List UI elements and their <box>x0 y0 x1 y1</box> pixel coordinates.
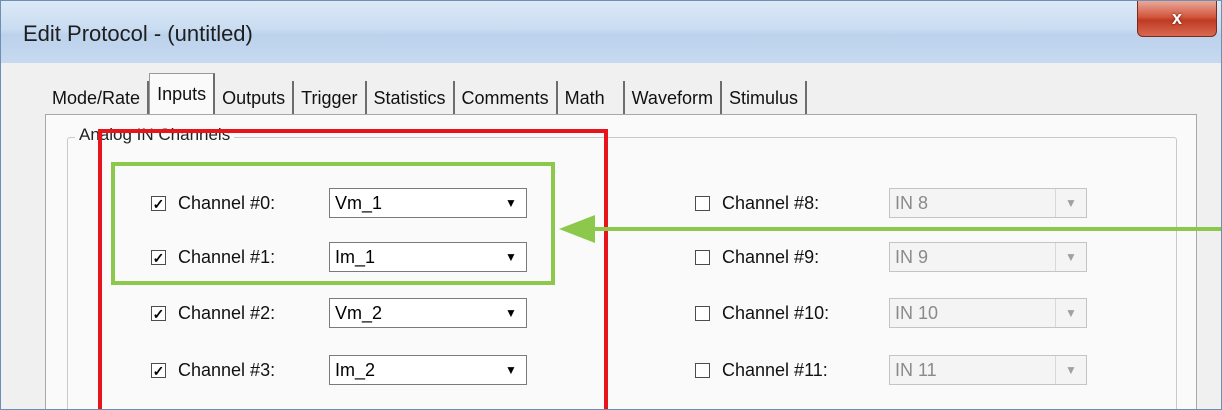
tab-mode-rate[interactable]: Mode/Rate <box>45 81 150 115</box>
channel-11-value: IN 11 <box>895 360 937 380</box>
dropdown-arrow-icon[interactable]: ▼ <box>1055 299 1086 327</box>
channel-11-label: Channel #11: <box>722 360 828 380</box>
channel-10-value: IN 10 <box>895 303 939 323</box>
annotation-green-highlight <box>111 162 555 285</box>
tab-outputs[interactable]: Outputs <box>215 81 295 115</box>
channel-11-checkbox[interactable] <box>695 363 710 378</box>
tab-waveform[interactable]: Waveform <box>625 81 722 115</box>
annotation-arrow-icon <box>559 215 1221 243</box>
tab-strip: Mode/Rate Inputs Outputs Trigger Statist… <box>45 73 807 115</box>
tab-comments[interactable]: Comments <box>455 81 558 115</box>
channel-9-checkbox[interactable] <box>695 250 710 265</box>
channel-row-9: Channel #9: <box>695 247 819 268</box>
channel-row-11: Channel #11: <box>695 360 828 381</box>
close-button[interactable]: x <box>1137 1 1217 37</box>
channel-10-label: Channel #10: <box>722 303 830 323</box>
edit-protocol-window: Edit Protocol - (untitled) x Mode/Rate I… <box>0 0 1222 410</box>
channel-9-label: Channel #9: <box>722 247 820 267</box>
tab-statistics[interactable]: Statistics <box>367 81 455 115</box>
channel-10-checkbox[interactable] <box>695 306 710 321</box>
tab-inputs[interactable]: Inputs <box>149 73 216 115</box>
annotation-arrowhead <box>559 215 595 243</box>
channel-row-10: Channel #10: <box>695 303 829 324</box>
tab-math[interactable]: Math <box>558 81 625 115</box>
channel-10-select[interactable]: IN 10 ▼ <box>889 298 1087 328</box>
tab-stimulus[interactable]: Stimulus <box>722 81 807 115</box>
dropdown-arrow-icon[interactable]: ▼ <box>1055 356 1086 384</box>
close-icon: x <box>1171 8 1182 28</box>
tab-trigger[interactable]: Trigger <box>294 81 367 115</box>
channel-11-select[interactable]: IN 11 ▼ <box>889 355 1087 385</box>
title-bar[interactable]: Edit Protocol - (untitled) x <box>1 1 1221 63</box>
window-title: Edit Protocol - (untitled) <box>23 21 253 46</box>
channel-9-value: IN 9 <box>895 247 929 267</box>
